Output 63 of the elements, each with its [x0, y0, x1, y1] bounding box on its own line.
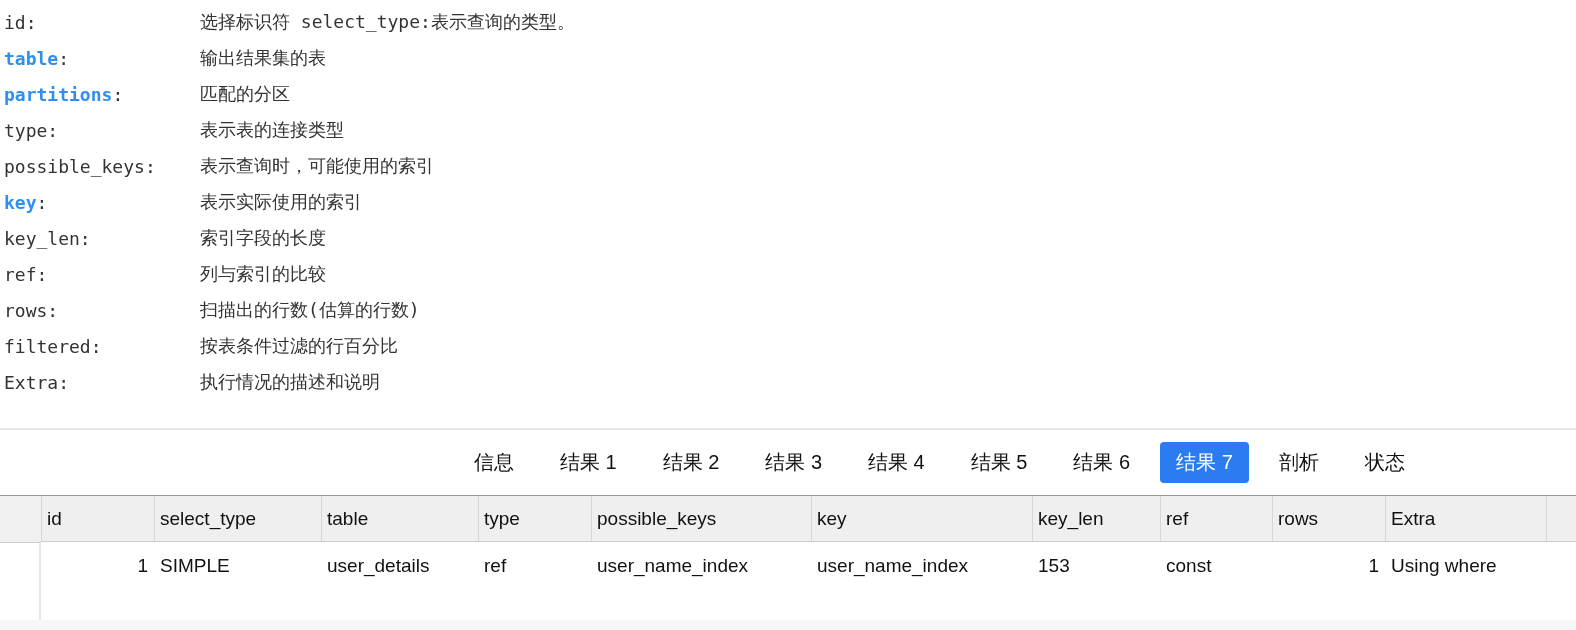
result-tab[interactable]: 结果 6 — [1057, 442, 1147, 483]
table-cell-text: ref — [483, 554, 508, 578]
column-header[interactable]: id — [41, 496, 154, 542]
result-tab[interactable]: 信息 — [458, 442, 530, 483]
column-header[interactable]: select_type — [154, 496, 321, 542]
field-description: 执行情况的描述和说明 — [200, 370, 380, 394]
result-tab[interactable]: 结果 1 — [544, 442, 633, 483]
table-cell-text: const — [1165, 554, 1213, 578]
colon: : — [58, 47, 70, 69]
field-description: 表示查询时，可能使用的索引 — [200, 154, 434, 178]
colon: : — [47, 299, 59, 321]
field-description: 匹配的分区 — [200, 82, 290, 106]
field-name: possible_keys — [4, 155, 145, 177]
table-cell-text: 153 — [1037, 554, 1071, 578]
column-header[interactable]: type — [478, 496, 591, 542]
result-tab[interactable]: 结果 4 — [852, 442, 941, 483]
column-header[interactable]: rows — [1272, 496, 1385, 542]
colon: : — [112, 83, 124, 105]
colon: : — [47, 119, 59, 141]
field-description: 按表条件过滤的行百分比 — [200, 334, 398, 358]
field-name: filtered — [4, 335, 91, 357]
colon: : — [58, 371, 70, 393]
field-name: type — [4, 119, 48, 141]
field-description: 表示表的连接类型 — [200, 118, 344, 142]
column-header[interactable]: Extra — [1385, 496, 1546, 542]
table-cell-text: user_name_index — [596, 554, 750, 579]
colon: : — [144, 155, 156, 177]
field-name: table — [4, 47, 59, 69]
colon: : — [36, 191, 48, 213]
column-header[interactable]: key_len — [1032, 496, 1160, 542]
table-cell-text: SIMPLE — [159, 554, 231, 578]
colon: : — [25, 11, 37, 33]
result-tab[interactable]: 结果 3 — [749, 442, 839, 483]
column-header[interactable]: ref — [1160, 496, 1272, 542]
table-cell-text: 1 — [136, 554, 149, 578]
field-name: partitions — [4, 83, 113, 105]
field-description: 列与索引的比较 — [200, 262, 326, 286]
result-tab[interactable]: 结果 2 — [646, 442, 736, 483]
colon: : — [36, 263, 48, 285]
field-description: 索引字段的长度 — [200, 226, 326, 250]
colon: : — [90, 335, 102, 357]
column-header[interactable]: possible_keys — [591, 496, 811, 542]
field-description: 输出结果集的表 — [200, 46, 326, 70]
field-name: rows — [4, 299, 48, 321]
result-tab[interactable]: 状态 — [1348, 442, 1421, 483]
field-name: key_len — [4, 227, 80, 249]
colon: : — [79, 227, 91, 249]
field-name: key — [4, 191, 37, 213]
table-cell-text: Using where — [1390, 554, 1498, 578]
table-cell-text: user_details — [326, 554, 431, 579]
result-tab[interactable]: 结果 7 — [1160, 442, 1249, 483]
table-cell-text: 1 — [1367, 554, 1380, 578]
result-tab[interactable]: 剖析 — [1262, 442, 1335, 483]
field-name: Extra — [4, 371, 59, 393]
column-header[interactable]: key — [811, 496, 1032, 542]
field-description: 表示实际使用的索引 — [200, 190, 362, 214]
field-name: id — [4, 11, 26, 33]
field-description: 选择标识符 select_type:表示查询的类型。 — [200, 10, 575, 34]
result-tab[interactable]: 结果 5 — [954, 442, 1044, 483]
field-description: 扫描出的行数(估算的行数) — [200, 298, 420, 322]
field-name: ref — [4, 263, 37, 285]
table-cell-text: user_name_index — [816, 554, 970, 579]
column-header[interactable]: table — [321, 496, 478, 542]
